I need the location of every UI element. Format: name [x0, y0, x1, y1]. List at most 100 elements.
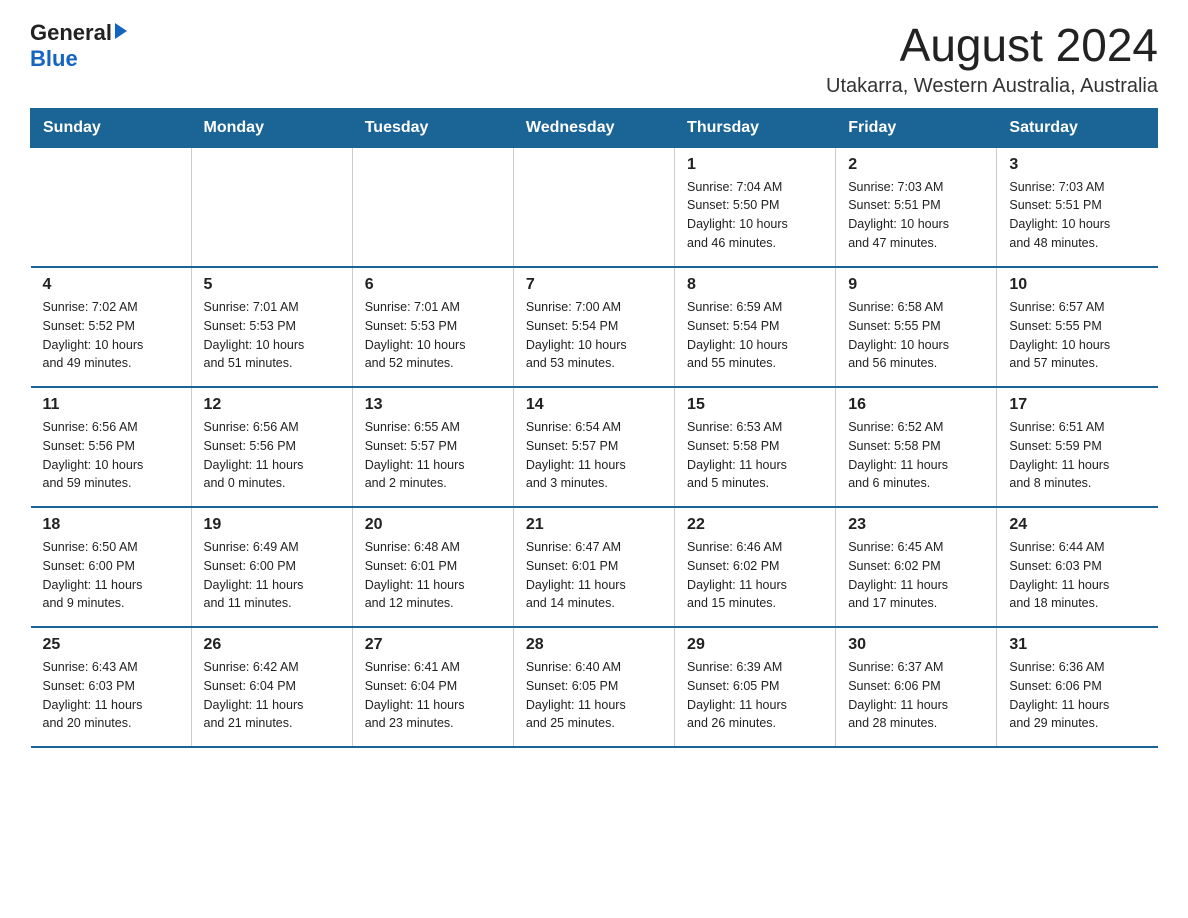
day-number: 27: [365, 636, 501, 654]
calendar-day-cell: 15 Sunrise: 6:53 AM Sunset: 5:58 PM Dayli…: [675, 387, 836, 507]
day-number: 23: [848, 516, 984, 534]
calendar-day-cell: 19 Sunrise: 6:49 AM Sunset: 6:00 PM Dayli…: [191, 507, 352, 627]
day-info: Sunrise: 6:58 AM Sunset: 5:55 PM Dayligh…: [848, 298, 984, 373]
day-number: 19: [204, 516, 340, 534]
calendar-day-cell: 30Sunrise: 6:37 AM Sunset: 6:06 PM Dayli…: [836, 627, 997, 747]
calendar-day-cell: 12 Sunrise: 6:56 AM Sunset: 5:56 PM Dayli…: [191, 387, 352, 507]
calendar-week-row: 18 Sunrise: 6:50 AM Sunset: 6:00 PM Dayli…: [31, 507, 1158, 627]
day-info: Sunrise: 6:48 AM Sunset: 6:01 PM Dayligh…: [365, 538, 501, 613]
calendar-day-cell: 7 Sunrise: 7:00 AM Sunset: 5:54 PM Daylig…: [513, 267, 674, 387]
calendar-day-cell: 31 Sunrise: 6:36 AM Sunset: 6:06 PM Dayli…: [997, 627, 1158, 747]
day-info: Sunrise: 6:51 AM Sunset: 5:59 PM Dayligh…: [1009, 418, 1145, 493]
day-number: 24: [1009, 516, 1145, 534]
calendar-week-row: 11Sunrise: 6:56 AM Sunset: 5:56 PM Dayli…: [31, 387, 1158, 507]
day-info: Sunrise: 6:37 AM Sunset: 6:06 PM Dayligh…: [848, 658, 984, 733]
calendar-day-cell: 18 Sunrise: 6:50 AM Sunset: 6:00 PM Dayli…: [31, 507, 192, 627]
day-info: Sunrise: 7:04 AM Sunset: 5:50 PM Dayligh…: [687, 178, 823, 253]
day-info: Sunrise: 7:03 AM Sunset: 5:51 PM Dayligh…: [848, 178, 984, 253]
day-info: Sunrise: 6:46 AM Sunset: 6:02 PM Dayligh…: [687, 538, 823, 613]
day-info: Sunrise: 6:42 AM Sunset: 6:04 PM Dayligh…: [204, 658, 340, 733]
day-number: 4: [43, 276, 179, 294]
calendar-day-cell: 14Sunrise: 6:54 AM Sunset: 5:57 PM Dayli…: [513, 387, 674, 507]
day-number: 15: [687, 396, 823, 414]
day-number: 20: [365, 516, 501, 534]
logo: General Blue: [30, 20, 127, 72]
calendar-day-cell: 22 Sunrise: 6:46 AM Sunset: 6:02 PM Dayli…: [675, 507, 836, 627]
page-title: August 2024: [826, 20, 1158, 71]
day-number: 10: [1009, 276, 1145, 294]
calendar-day-cell: 17 Sunrise: 6:51 AM Sunset: 5:59 PM Dayli…: [997, 387, 1158, 507]
day-info: Sunrise: 7:03 AM Sunset: 5:51 PM Dayligh…: [1009, 178, 1145, 253]
day-info: Sunrise: 7:01 AM Sunset: 5:53 PM Dayligh…: [365, 298, 501, 373]
day-info: Sunrise: 6:59 AM Sunset: 5:54 PM Dayligh…: [687, 298, 823, 373]
calendar-week-row: 1 Sunrise: 7:04 AM Sunset: 5:50 PM Daylig…: [31, 147, 1158, 267]
day-info: Sunrise: 7:00 AM Sunset: 5:54 PM Dayligh…: [526, 298, 662, 373]
calendar-day-cell: [31, 147, 192, 267]
calendar-week-row: 4 Sunrise: 7:02 AM Sunset: 5:52 PM Daylig…: [31, 267, 1158, 387]
day-number: 12: [204, 396, 340, 414]
calendar-day-cell: 29 Sunrise: 6:39 AM Sunset: 6:05 PM Dayli…: [675, 627, 836, 747]
calendar-day-header: Tuesday: [352, 108, 513, 147]
calendar-day-cell: 2 Sunrise: 7:03 AM Sunset: 5:51 PM Daylig…: [836, 147, 997, 267]
day-info: Sunrise: 6:49 AM Sunset: 6:00 PM Dayligh…: [204, 538, 340, 613]
calendar-day-cell: 10 Sunrise: 6:57 AM Sunset: 5:55 PM Dayli…: [997, 267, 1158, 387]
day-info: Sunrise: 6:45 AM Sunset: 6:02 PM Dayligh…: [848, 538, 984, 613]
calendar-day-cell: 21 Sunrise: 6:47 AM Sunset: 6:01 PM Dayli…: [513, 507, 674, 627]
day-number: 17: [1009, 396, 1145, 414]
calendar-day-cell: 20 Sunrise: 6:48 AM Sunset: 6:01 PM Dayli…: [352, 507, 513, 627]
calendar-day-cell: 3 Sunrise: 7:03 AM Sunset: 5:51 PM Daylig…: [997, 147, 1158, 267]
day-info: Sunrise: 6:55 AM Sunset: 5:57 PM Dayligh…: [365, 418, 501, 493]
calendar-day-cell: 28Sunrise: 6:40 AM Sunset: 6:05 PM Dayli…: [513, 627, 674, 747]
day-number: 29: [687, 636, 823, 654]
day-number: 28: [526, 636, 662, 654]
calendar-day-cell: [513, 147, 674, 267]
day-info: Sunrise: 6:56 AM Sunset: 5:56 PM Dayligh…: [43, 418, 179, 493]
calendar-day-cell: 11Sunrise: 6:56 AM Sunset: 5:56 PM Dayli…: [31, 387, 192, 507]
day-number: 2: [848, 156, 984, 174]
calendar-day-cell: 5Sunrise: 7:01 AM Sunset: 5:53 PM Daylig…: [191, 267, 352, 387]
day-number: 21: [526, 516, 662, 534]
calendar-day-cell: 9 Sunrise: 6:58 AM Sunset: 5:55 PM Daylig…: [836, 267, 997, 387]
calendar-day-header: Friday: [836, 108, 997, 147]
calendar-day-header: Saturday: [997, 108, 1158, 147]
day-number: 8: [687, 276, 823, 294]
logo-blue-text: Blue: [30, 46, 127, 72]
day-number: 31: [1009, 636, 1145, 654]
day-info: Sunrise: 7:02 AM Sunset: 5:52 PM Dayligh…: [43, 298, 179, 373]
calendar-day-cell: 25Sunrise: 6:43 AM Sunset: 6:03 PM Dayli…: [31, 627, 192, 747]
calendar-day-cell: 24 Sunrise: 6:44 AM Sunset: 6:03 PM Dayli…: [997, 507, 1158, 627]
calendar-day-cell: 8 Sunrise: 6:59 AM Sunset: 5:54 PM Daylig…: [675, 267, 836, 387]
day-info: Sunrise: 6:53 AM Sunset: 5:58 PM Dayligh…: [687, 418, 823, 493]
day-number: 9: [848, 276, 984, 294]
day-number: 22: [687, 516, 823, 534]
day-number: 14: [526, 396, 662, 414]
day-info: Sunrise: 6:56 AM Sunset: 5:56 PM Dayligh…: [204, 418, 340, 493]
page-subtitle: Utakarra, Western Australia, Australia: [826, 75, 1158, 98]
day-number: 7: [526, 276, 662, 294]
day-info: Sunrise: 6:50 AM Sunset: 6:00 PM Dayligh…: [43, 538, 179, 613]
day-info: Sunrise: 6:47 AM Sunset: 6:01 PM Dayligh…: [526, 538, 662, 613]
day-info: Sunrise: 6:57 AM Sunset: 5:55 PM Dayligh…: [1009, 298, 1145, 373]
day-number: 18: [43, 516, 179, 534]
calendar-day-cell: 1 Sunrise: 7:04 AM Sunset: 5:50 PM Daylig…: [675, 147, 836, 267]
calendar-day-cell: 4 Sunrise: 7:02 AM Sunset: 5:52 PM Daylig…: [31, 267, 192, 387]
day-info: Sunrise: 6:41 AM Sunset: 6:04 PM Dayligh…: [365, 658, 501, 733]
calendar-week-row: 25Sunrise: 6:43 AM Sunset: 6:03 PM Dayli…: [31, 627, 1158, 747]
calendar-day-cell: 23 Sunrise: 6:45 AM Sunset: 6:02 PM Dayli…: [836, 507, 997, 627]
logo-chevron-icon: [115, 23, 127, 39]
day-info: Sunrise: 7:01 AM Sunset: 5:53 PM Dayligh…: [204, 298, 340, 373]
calendar-day-header: Sunday: [31, 108, 192, 147]
day-number: 6: [365, 276, 501, 294]
calendar-day-cell: 6 Sunrise: 7:01 AM Sunset: 5:53 PM Daylig…: [352, 267, 513, 387]
title-section: August 2024 Utakarra, Western Australia,…: [826, 20, 1158, 98]
calendar-day-cell: 13 Sunrise: 6:55 AM Sunset: 5:57 PM Dayli…: [352, 387, 513, 507]
day-number: 1: [687, 156, 823, 174]
day-info: Sunrise: 6:39 AM Sunset: 6:05 PM Dayligh…: [687, 658, 823, 733]
calendar-day-header: Wednesday: [513, 108, 674, 147]
page-header: General Blue August 2024 Utakarra, Weste…: [30, 20, 1158, 98]
calendar-day-cell: 16Sunrise: 6:52 AM Sunset: 5:58 PM Dayli…: [836, 387, 997, 507]
day-info: Sunrise: 6:44 AM Sunset: 6:03 PM Dayligh…: [1009, 538, 1145, 613]
day-info: Sunrise: 6:36 AM Sunset: 6:06 PM Dayligh…: [1009, 658, 1145, 733]
day-number: 13: [365, 396, 501, 414]
day-number: 3: [1009, 156, 1145, 174]
